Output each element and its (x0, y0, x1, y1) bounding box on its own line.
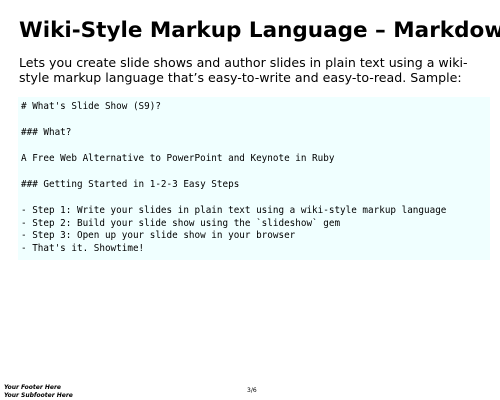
page-counter: 3/6 (247, 387, 257, 394)
code-line: ### Getting Started in 1-2-3 Easy Steps (21, 179, 240, 190)
footer-title: Your Footer Here (4, 384, 61, 391)
code-line: - That's it. Showtime! (21, 242, 145, 254)
code-line: ### What? (21, 127, 72, 138)
slide: Wiki-Style Markup Language – Markdown Le… (0, 0, 500, 400)
footer-subtitle: Your Subfooter Here (4, 392, 73, 399)
code-line: # What's Slide Show (S9)? (21, 101, 161, 112)
code-line: - Step 1: Write your slides in plain tex… (21, 205, 447, 216)
code-line: A Free Web Alternative to PowerPoint and… (21, 153, 335, 164)
slide-intro-text: Lets you create slide shows and author s… (19, 55, 468, 85)
footer: Your Footer Here Your Subfooter Here (4, 384, 73, 400)
slide-title: Wiki-Style Markup Language – Markdown (19, 18, 500, 43)
code-line: - Step 2: Build your slide show using th… (21, 217, 341, 229)
code-line: - Step 3: Open up your slide show in you… (21, 230, 296, 241)
code-block: # What's Slide Show (S9)? ### What? A Fr… (18, 97, 490, 260)
